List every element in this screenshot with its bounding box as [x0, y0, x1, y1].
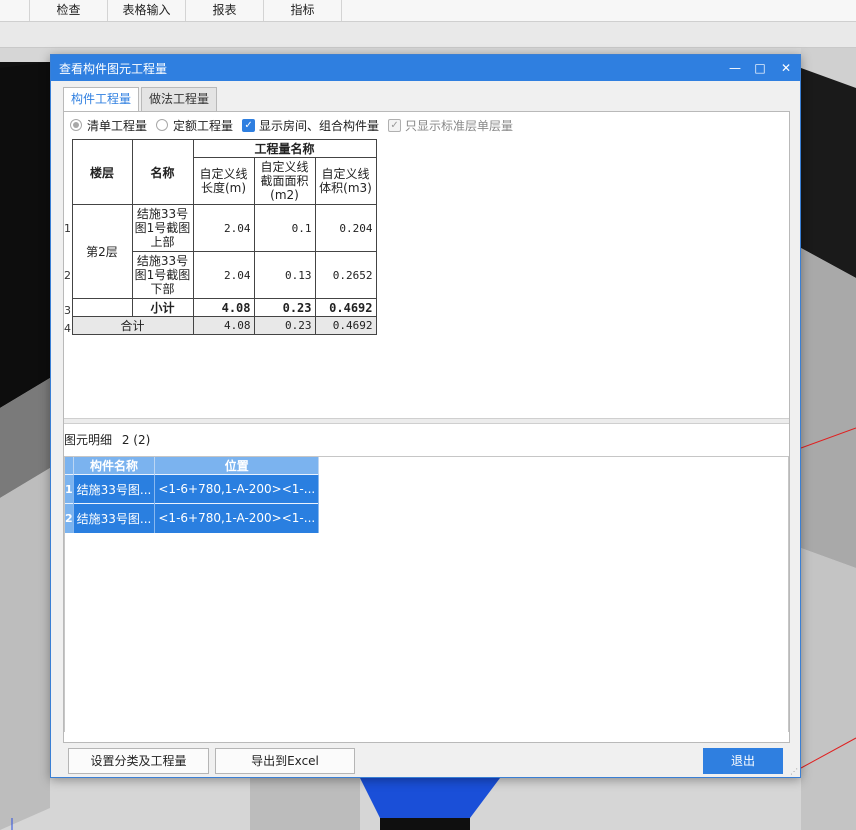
table-row[interactable]: 2 结施33号图... <1-6+780,1-A-200><1-... — [65, 503, 320, 533]
checkbox-show-rooms-label: 显示房间、组合构件量 — [259, 118, 380, 133]
detail-header-position[interactable]: 位置 — [154, 457, 320, 475]
detail-table: 构件名称 位置 1 结施33号图... <1-6+780,1-A-200><1-… — [65, 457, 320, 533]
header-volume: 自定义线体积(m3) — [314, 157, 377, 205]
cell-volume: 0.204 — [314, 204, 377, 252]
menu-report[interactable]: 报表 — [186, 0, 264, 21]
tab-component-quantity[interactable]: 构件工程量 — [63, 87, 140, 112]
menu-spacer — [0, 0, 30, 21]
tab-method-quantity[interactable]: 做法工程量 — [141, 87, 218, 111]
detail-row-index: 2 — [65, 503, 74, 533]
subtotal-row[interactable]: 3 小计 4.08 0.23 0.4692 — [64, 298, 377, 317]
radio-quota-quantity[interactable]: 定额工程量 — [156, 117, 233, 134]
checkbox-disabled-icon: ✓ — [388, 118, 402, 132]
radio-list-label: 清单工程量 — [87, 118, 148, 133]
tab-strip: 构件工程量 做法工程量 — [63, 87, 219, 112]
menu-table-input[interactable]: 表格输入 — [108, 0, 186, 21]
row-number: 3 — [64, 303, 71, 317]
toolbar — [0, 22, 856, 48]
detail-cell-position: <1-6+780,1-A-200><1-... — [154, 503, 320, 533]
detail-row-index: 1 — [65, 474, 74, 504]
quantity-table: 楼层 名称 工程量名称 自定义线长度(m) 自定义线截面面积(m2) 自定义线体… — [64, 139, 377, 335]
row-number: 2 — [64, 268, 71, 282]
detail-header-name[interactable]: 构件名称 — [73, 457, 156, 475]
cell-area: 0.1 — [253, 204, 316, 252]
row-number: 1 — [64, 221, 71, 235]
resize-grip-icon[interactable]: ⋰ — [790, 767, 798, 776]
header-name: 名称 — [131, 139, 194, 205]
radio-list-quantity[interactable]: 清单工程量 — [70, 117, 147, 134]
row-number: 4 — [64, 321, 71, 335]
radio-unchecked-icon — [156, 119, 169, 131]
cell-floor: 第2层 — [71, 204, 133, 299]
detail-corner — [65, 457, 74, 475]
radio-quota-label: 定额工程量 — [173, 118, 234, 133]
checkbox-std-floor[interactable]: ✓ 只显示标准层单层量 — [388, 117, 513, 134]
dialog-title: 查看构件图元工程量 — [59, 62, 168, 76]
close-icon[interactable]: ✕ — [775, 58, 797, 78]
menu-bar: 检查 表格输入 报表 指标 — [0, 0, 856, 22]
table-row[interactable]: 1 结施33号图... <1-6+780,1-A-200><1-... — [65, 474, 320, 504]
cell-volume: 0.2652 — [314, 251, 377, 299]
tab-panel: 清单工程量 定额工程量 ✓ 显示房间、组合构件量 ✓ 只显示标准层单层量 楼层 … — [63, 111, 790, 743]
detail-cell-name: 结施33号图... — [73, 503, 156, 533]
cell-total-length: 4.08 — [192, 316, 255, 335]
detail-header: 图元明细 2 (2) — [64, 431, 150, 448]
table-row[interactable]: 1 第2层 结施33号图1号截图上部 2.04 0.1 0.204 — [64, 204, 377, 299]
cell-subtotal-area: 0.23 — [253, 298, 316, 317]
cell-length: 2.04 — [192, 204, 255, 252]
checkbox-checked-icon: ✓ — [242, 118, 256, 132]
header-length: 自定义线长度(m) — [192, 157, 255, 205]
cell-name: 结施33号图1号截图下部 — [131, 251, 194, 299]
maximize-icon[interactable]: □ — [749, 58, 771, 78]
dialog-titlebar[interactable]: 查看构件图元工程量 — □ ✕ — [51, 55, 800, 81]
checkbox-std-floor-label: 只显示标准层单层量 — [405, 118, 514, 133]
quantity-dialog: 查看构件图元工程量 — □ ✕ 构件工程量 做法工程量 清单工程量 定额工程量 … — [50, 54, 801, 778]
settings-button[interactable]: 设置分类及工程量 — [68, 748, 209, 774]
total-row[interactable]: 4 合计 4.08 0.23 0.4692 — [64, 316, 377, 335]
cell-name: 结施33号图1号截图上部 — [131, 204, 194, 252]
detail-cell-position: <1-6+780,1-A-200><1-... — [154, 474, 320, 504]
pane-splitter[interactable] — [64, 418, 789, 424]
cell-area: 0.13 — [253, 251, 316, 299]
detail-title: 图元明细 — [64, 433, 113, 447]
export-excel-button[interactable]: 导出到Excel — [215, 748, 355, 774]
corner-cell — [64, 140, 72, 205]
cell-length: 2.04 — [192, 251, 255, 299]
cell-subtotal-label: 小计 — [131, 298, 194, 317]
cell-subtotal-length: 4.08 — [192, 298, 255, 317]
exit-button[interactable]: 退出 — [703, 748, 783, 774]
cell-total-area: 0.23 — [253, 316, 316, 335]
menu-indicator[interactable]: 指标 — [264, 0, 342, 21]
header-area: 自定义线截面面积(m2) — [253, 157, 316, 205]
cell-subtotal-volume: 0.4692 — [314, 298, 377, 317]
cell-floor-empty — [71, 298, 133, 317]
checkbox-show-rooms[interactable]: ✓ 显示房间、组合构件量 — [242, 117, 379, 134]
option-row: 清单工程量 定额工程量 ✓ 显示房间、组合构件量 ✓ 只显示标准层单层量 — [70, 116, 522, 134]
header-floor: 楼层 — [71, 139, 133, 205]
cell-total-label: 合计 — [71, 316, 194, 335]
cell-total-volume: 0.4692 — [314, 316, 377, 335]
menu-check[interactable]: 检查 — [30, 0, 108, 21]
detail-cell-name: 结施33号图... — [73, 474, 156, 504]
radio-checked-icon — [70, 119, 82, 131]
header-quantity-group: 工程量名称 — [192, 139, 377, 158]
minimize-icon[interactable]: — — [724, 58, 746, 78]
detail-count: 2 (2) — [121, 433, 151, 447]
